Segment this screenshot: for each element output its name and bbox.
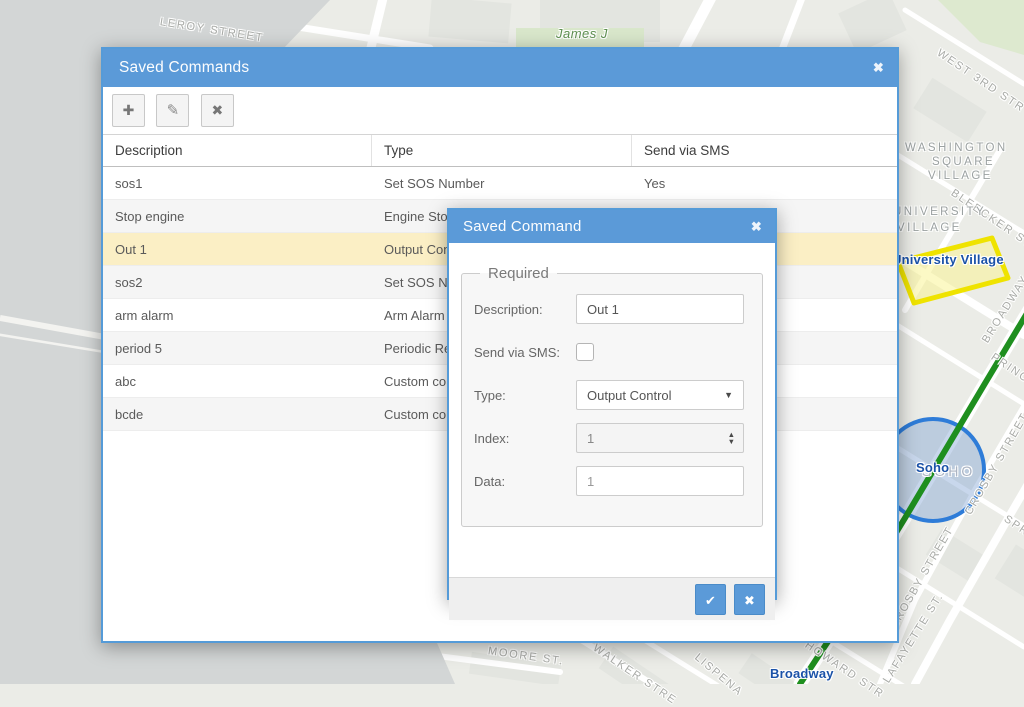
commands-toolbar: ✚ ✎ ✖ [103,87,897,134]
cell-type: Set SOS Number [372,167,632,199]
cell-description: Stop engine [103,200,372,232]
place-label-university-village: University Village [892,252,1004,267]
cell-description: abc [103,365,372,397]
cell-description: sos2 [103,266,372,298]
fieldset-legend: Required [480,265,557,282]
type-label: Type: [474,388,576,403]
send-via-sms-label: Send via SMS: [474,345,576,360]
data-field[interactable] [576,466,744,496]
area-label-university-village: VILLAGE [897,222,962,234]
edit-command-button[interactable]: ✎ [156,94,189,127]
column-header-sms[interactable]: Send via SMS [632,135,897,166]
dialog-titlebar[interactable]: Saved Commands ✖ [103,49,897,87]
index-stepper-value: 1 [587,431,594,446]
send-via-sms-checkbox[interactable] [576,343,594,361]
cancel-icon: ✖ [744,593,755,608]
chevron-down-icon: ▼ [724,390,733,400]
area-label-washington: WASHINGTON [905,142,1008,154]
close-icon[interactable]: ✖ [873,49,884,87]
dialog-title: Saved Commands [119,59,249,76]
dialog-title: Saved Command [463,218,582,235]
data-label: Data: [474,474,576,489]
column-header-description[interactable]: Description [103,135,372,166]
add-icon: ✚ [123,102,135,118]
index-label: Index: [474,431,576,446]
table-header: Description Type Send via SMS [103,134,897,167]
confirm-button[interactable]: ✔ [695,584,726,615]
edit-icon: ✎ [167,102,180,119]
delete-command-button[interactable]: ✖ [201,94,234,127]
cell-sms: Yes [632,167,897,199]
cell-description: period 5 [103,332,372,364]
dialog-body: Required Description: Send via SMS: Type… [449,265,775,577]
place-label-soho: Soho [916,460,949,475]
type-select-value: Output Control [587,388,672,403]
description-label: Description: [474,302,576,317]
delete-icon: ✖ [212,102,224,118]
cancel-button[interactable]: ✖ [734,584,765,615]
description-field[interactable] [576,294,744,324]
cell-description: arm alarm [103,299,372,331]
spin-down-icon[interactable]: ▼ [728,438,735,445]
dialog-footer: ✔ ✖ [449,577,775,620]
add-command-button[interactable]: ✚ [112,94,145,127]
dialog-titlebar[interactable]: Saved Command ✖ [449,210,775,243]
place-label-broadway: Broadway [770,666,834,681]
type-select[interactable]: Output Control ▼ [576,380,744,410]
table-row[interactable]: sos1 Set SOS Number Yes [103,167,897,200]
area-label-square: SQUARE [932,156,995,168]
index-stepper[interactable]: 1 ▲ ▼ [576,423,744,453]
area-label-university: UNIVERSITY [893,206,986,218]
cell-description: Out 1 [103,233,372,265]
required-fieldset: Required Description: Send via SMS: Type… [461,265,763,527]
close-icon[interactable]: ✖ [751,210,762,243]
area-label-village: VILLAGE [928,170,993,182]
saved-command-dialog: Saved Command ✖ Required Description: Se… [447,208,777,600]
cell-description: bcde [103,398,372,430]
check-icon: ✔ [705,593,716,608]
column-header-type[interactable]: Type [372,135,632,166]
park-label-james-j: James J [556,26,608,41]
cell-description: sos1 [103,167,372,199]
